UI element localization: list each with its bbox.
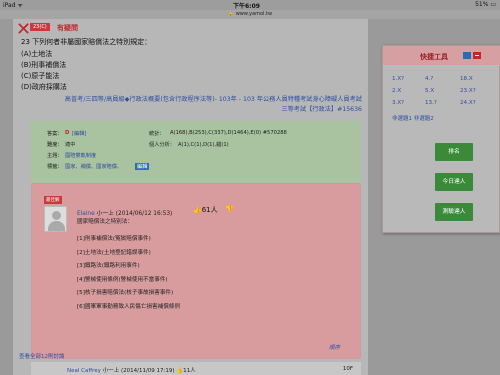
stats-label: 統計： bbox=[149, 131, 165, 137]
battery-indicator: 51% ▭ bbox=[475, 1, 496, 8]
comment-line: [1]刑事補償法(冤獄賠償事件) bbox=[77, 236, 151, 242]
exam-source-link[interactable]: 高普考/三四等/高員級◆行政法概要(包含行政程序法等)- 103年 - 103 … bbox=[22, 95, 362, 115]
essay-links[interactable]: 非選題1 非選題2 bbox=[392, 114, 434, 122]
next-comment-date: (2014/11/09 17:19) bbox=[120, 368, 175, 374]
comment-author-line: Elaine 小一上 (2014/06/12 16:53) bbox=[77, 208, 172, 217]
personal-analysis-value: A(1),C(1),D(1),錯(1) bbox=[178, 142, 229, 148]
tags-label: 標籤： bbox=[47, 164, 63, 170]
answer-edit-link[interactable]: [編輯] bbox=[72, 130, 86, 137]
question-link[interactable]: 4.? bbox=[425, 76, 433, 82]
option-c: (C)原子能法 bbox=[21, 72, 60, 80]
difficulty-label: 難度： bbox=[47, 142, 63, 148]
answer-value: D bbox=[65, 130, 70, 136]
quick-tools-header: 快捷工具 bbox=[383, 46, 500, 66]
topic-label: 主題： bbox=[47, 153, 63, 159]
personal-analysis-label: 個人分析： bbox=[149, 142, 175, 148]
answer-label: 答案： bbox=[47, 131, 63, 137]
comment-line: 國家賠償法之特別法： bbox=[77, 219, 133, 225]
question-link[interactable]: 2.X bbox=[392, 88, 401, 94]
next-comment-likes[interactable]: 👍11人 bbox=[176, 368, 195, 374]
question-link[interactable]: 5.X bbox=[425, 88, 434, 94]
question-link[interactable]: 1.X? bbox=[392, 76, 404, 82]
clock: 下午6:09 bbox=[233, 3, 260, 10]
comment-line: [2]土地法(土地登記錯誤事件) bbox=[77, 249, 151, 256]
next-comment-author[interactable]: Neal Caffrey bbox=[67, 368, 101, 374]
like-button[interactable]: 👍61人 bbox=[193, 205, 218, 215]
question-link[interactable]: 3.X? bbox=[392, 100, 404, 106]
source-line-2[interactable]: 三等考試【行政法】#15636 bbox=[22, 105, 362, 115]
address-bar[interactable]: 🔒 www.yamol.tw bbox=[0, 10, 500, 19]
comment-body: 國家賠償法之特別法： [1]刑事補償法(冤獄賠償事件) [2]土地法(土地登記錯… bbox=[77, 219, 180, 314]
status-bar: iPad ᯤ 下午6:09 51% ▭ bbox=[0, 0, 500, 10]
option-d: (D)政府採購法 bbox=[21, 83, 67, 91]
comment-author[interactable]: Elaine bbox=[77, 211, 95, 217]
today-expert-button[interactable]: 今日達人 bbox=[435, 173, 473, 191]
comment-line: [4]警械使用條例(警械使用不當事件) bbox=[77, 276, 168, 283]
comment-line: [6]國軍軍事勤務致人民傷亡損害補償條例 bbox=[77, 303, 181, 310]
minimize-icon[interactable] bbox=[473, 52, 481, 59]
comment-date: (2014/06/12 16:53) bbox=[115, 211, 173, 217]
source-line-1[interactable]: 高普考/三四等/高員級◆行政法概要(包含行政程序法等)- 103年 - 103 … bbox=[22, 95, 362, 105]
test-expert-button[interactable]: 測驗達人 bbox=[435, 203, 473, 221]
avatar[interactable] bbox=[44, 206, 67, 232]
question-number-badge: 23(C) bbox=[30, 23, 50, 31]
option-a: (A)土地法 bbox=[21, 50, 53, 58]
difficulty-value: 適中 bbox=[65, 142, 76, 148]
expand-icon[interactable] bbox=[463, 52, 471, 59]
dislike-icon[interactable]: 👎 bbox=[225, 205, 234, 213]
next-comment: Neal Caffrey 小一上 (2014/11/09 17:19) 👍11人… bbox=[31, 362, 361, 375]
best-answer-label: 最佳解 bbox=[44, 196, 62, 204]
question-link[interactable]: 18.X bbox=[460, 76, 473, 82]
stats-value: A(168),B(253),C(337),D(1464),E(0) #57028… bbox=[170, 130, 287, 136]
comment-line: [5]核子損害賠償法(核子事故損害事件) bbox=[77, 290, 174, 296]
question-link[interactable]: 24.X? bbox=[460, 100, 476, 106]
option-b: (B)刑事補償法 bbox=[21, 61, 67, 69]
device-label: iPad ᯤ bbox=[3, 2, 23, 9]
answer-panel: 答案： D [編輯] 統計： A(168),B(253),C(337),D(14… bbox=[31, 121, 361, 189]
question-text: 23 下列何者非屬國家賠償法之特別規定： bbox=[21, 38, 152, 46]
question-tag[interactable]: 有疑問 bbox=[57, 23, 78, 33]
best-answer-comment: 最佳解 Elaine 小一上 (2014/06/12 16:53) 👍61人 👎… bbox=[31, 183, 361, 359]
next-comment-level: 小一上 bbox=[102, 368, 120, 374]
quick-tools-panel: 快捷工具 1.X? 4.? 18.X 2.X 5.X 23.X? 3.X? 13… bbox=[382, 45, 500, 233]
tags-links[interactable]: 國家、補償、國家賠償、 bbox=[65, 163, 122, 170]
next-comment-author-line: Neal Caffrey 小一上 (2014/11/09 17:19) 👍11人 bbox=[67, 366, 196, 374]
ranking-button[interactable]: 排名 bbox=[435, 143, 473, 161]
comment-level: 小一上 bbox=[96, 211, 114, 217]
question-page: ✕ 23(C) 有疑問 23 下列何者非屬國家賠償法之特別規定： (A)土地法 … bbox=[13, 19, 368, 375]
comment-more-link[interactable]: 順序 bbox=[329, 343, 340, 351]
question-link[interactable]: 23.X? bbox=[460, 88, 476, 94]
comment-line: [3]鐵路法(鐵路利用事件) bbox=[77, 263, 140, 269]
tags-edit-button[interactable]: 編輯 bbox=[135, 163, 150, 170]
question-link[interactable]: 13.? bbox=[425, 100, 437, 106]
topic-link[interactable]: 國賠雙軌制度 bbox=[65, 152, 96, 159]
next-comment-floor: 10F bbox=[342, 366, 353, 372]
quick-tools-title: 快捷工具 bbox=[420, 53, 448, 61]
option-list: (A)土地法 (B)刑事補償法 (C)原子能法 (D)政府採購法 bbox=[21, 49, 67, 93]
view-all-comments-link[interactable]: 查看全部12則討論 bbox=[19, 352, 65, 360]
